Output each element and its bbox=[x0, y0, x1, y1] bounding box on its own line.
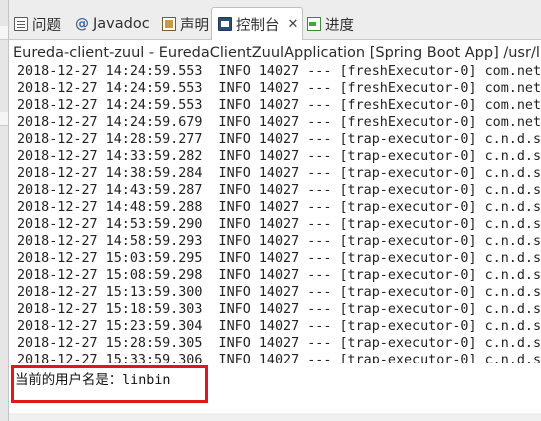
declaration-icon bbox=[162, 17, 176, 31]
launch-description: Eureda-client-zuul - EuredaClientZuulApp… bbox=[13, 43, 541, 63]
log-lines: 2018-12-27 14:24:59.553 INFO 14027 --- [… bbox=[17, 63, 541, 363]
tab-console[interactable]: 控制台 ✕ bbox=[211, 7, 304, 40]
horizontal-scrollbar[interactable] bbox=[9, 413, 541, 421]
highlight-box bbox=[11, 365, 208, 403]
log-line: 2018-12-27 14:48:59.288 INFO 14027 --- [… bbox=[17, 200, 541, 215]
log-line: 2018-12-27 15:03:59.295 INFO 14027 --- [… bbox=[17, 251, 541, 266]
tab-javadoc-label: Javadoc bbox=[93, 16, 150, 32]
log-line: 2018-12-27 14:43:59.287 INFO 14027 --- [… bbox=[17, 183, 541, 198]
log-line: 2018-12-27 15:18:59.303 INFO 14027 --- [… bbox=[17, 302, 541, 317]
tab-javadoc[interactable]: @ Javadoc bbox=[75, 8, 150, 40]
tab-declaration-label: 声明 bbox=[180, 17, 209, 34]
log-line: 2018-12-27 14:33:59.282 INFO 14027 --- [… bbox=[17, 149, 541, 164]
log-line: 2018-12-27 14:24:59.553 INFO 14027 --- [… bbox=[17, 98, 541, 113]
log-line: 2018-12-27 14:24:59.553 INFO 14027 --- [… bbox=[17, 64, 541, 79]
left-gutter bbox=[0, 0, 9, 421]
console-output[interactable]: 2018-12-27 14:24:59.553 INFO 14027 --- [… bbox=[9, 63, 541, 421]
close-icon[interactable]: ✕ bbox=[288, 17, 299, 32]
javadoc-icon: @ bbox=[75, 16, 89, 32]
log-line: 2018-12-27 15:33:59.306 INFO 14027 --- [… bbox=[17, 353, 541, 363]
gutter-fragment bbox=[0, 112, 8, 126]
tab-progress-label: 进度 bbox=[325, 17, 354, 34]
log-line: 2018-12-27 14:38:59.284 INFO 14027 --- [… bbox=[17, 166, 541, 181]
log-line: 2018-12-27 14:28:59.277 INFO 14027 --- [… bbox=[17, 132, 541, 147]
console-icon bbox=[218, 17, 232, 31]
progress-icon bbox=[307, 17, 321, 31]
log-line: 2018-12-27 15:13:59.300 INFO 14027 --- [… bbox=[17, 285, 541, 300]
log-line: 2018-12-27 15:08:59.298 INFO 14027 --- [… bbox=[17, 268, 541, 283]
log-line: 2018-12-27 15:23:59.304 INFO 14027 --- [… bbox=[17, 319, 541, 334]
log-line: 2018-12-27 14:58:59.293 INFO 14027 --- [… bbox=[17, 234, 541, 249]
tab-problems[interactable]: 问题 bbox=[14, 8, 61, 40]
tab-declaration[interactable]: 声明 bbox=[162, 8, 209, 40]
log-line: 2018-12-27 14:24:59.679 INFO 14027 --- [… bbox=[17, 115, 541, 130]
log-line: 2018-12-27 14:53:59.290 INFO 14027 --- [… bbox=[17, 217, 541, 232]
gutter-fragment bbox=[0, 26, 8, 40]
log-line: 2018-12-27 14:24:59.553 INFO 14027 --- [… bbox=[17, 81, 541, 96]
tab-problems-label: 问题 bbox=[32, 17, 61, 34]
tab-progress[interactable]: 进度 bbox=[307, 8, 354, 40]
log-line: 2018-12-27 15:28:59.305 INFO 14027 --- [… bbox=[17, 336, 541, 351]
problems-icon bbox=[14, 17, 28, 31]
console-tab-bar: 问题 @ Javadoc 声明 控制台 ✕ 进度 bbox=[9, 0, 541, 40]
tab-console-label: 控制台 bbox=[236, 17, 280, 34]
